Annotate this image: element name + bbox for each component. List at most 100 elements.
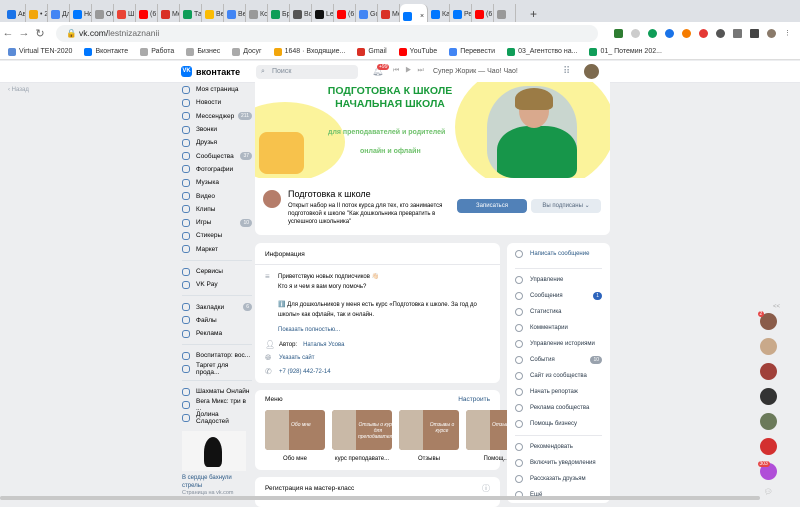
chat-avatar[interactable]	[759, 363, 777, 380]
puzzle-icon[interactable]	[716, 28, 725, 38]
browser-tab[interactable]: Ре	[450, 4, 472, 24]
browser-tab[interactable]: Go	[356, 4, 378, 24]
browser-tab[interactable]: Но	[70, 4, 92, 24]
admin-menu-item[interactable]: Сайт из сообщества	[507, 368, 610, 384]
extension-icon[interactable]	[614, 28, 623, 38]
social-menu-item[interactable]: Ещё	[507, 487, 610, 503]
shield-icon[interactable]	[631, 28, 640, 38]
browser-tab[interactable]: (6	[136, 4, 158, 24]
chat-avatar[interactable]: 303	[757, 461, 777, 480]
collapse-chats-button[interactable]: <<	[773, 304, 780, 310]
nav-item-apps[interactable]: Долина Сладостей	[182, 411, 252, 425]
author-link[interactable]: Наталья Усова	[303, 342, 344, 348]
extension-icon[interactable]	[648, 28, 657, 38]
player-controls[interactable]: ⏮▶⏭	[393, 67, 430, 75]
bookmark-item[interactable]: Работа	[140, 47, 174, 56]
current-track[interactable]: Супер Жорик — Чао! Чао!	[433, 68, 518, 75]
nav-item-groups[interactable]: Таргет для прода...	[182, 362, 252, 376]
admin-menu-item[interactable]: События 10	[507, 352, 610, 368]
browser-tab[interactable]: Ве	[224, 4, 246, 24]
browser-tab[interactable]: Ко	[246, 4, 268, 24]
bookmark-item[interactable]: Gmail	[357, 47, 387, 56]
nav-item-main[interactable]: Маркет	[182, 243, 252, 256]
social-menu-item[interactable]: Рекомендовать	[507, 439, 610, 455]
menu-item[interactable]: Отзывы о курсе для преподавателей курс пр…	[332, 410, 392, 462]
bookmark-item[interactable]: Бизнес	[186, 47, 220, 56]
nav-item-main[interactable]: Стикеры	[182, 229, 252, 242]
nav-item-groups[interactable]: Воспитатор: вос...	[182, 349, 252, 362]
nav-item-saved[interactable]: Закладки 6	[182, 300, 252, 313]
add-site-link[interactable]: Указать сайт	[279, 355, 315, 361]
browser-tab[interactable]: Ме	[378, 4, 400, 24]
extension-icon[interactable]	[665, 28, 674, 38]
browser-tab[interactable]: Ав	[4, 4, 26, 24]
menu-item[interactable]: Обо мне Обо мне	[265, 410, 325, 462]
nav-item-apps[interactable]: Шахматы Онлайн	[182, 385, 252, 398]
browser-tab[interactable]: Ш	[114, 4, 136, 24]
bookmark-item[interactable]: 1648 · Входящие...	[273, 47, 345, 56]
phone-link[interactable]: +7 (928) 442-72-14	[279, 369, 331, 375]
browser-tab[interactable]: Об	[92, 4, 114, 24]
forward-arrow-icon[interactable]: →	[16, 27, 32, 39]
reload-icon[interactable]: ↻	[32, 27, 48, 40]
url-input[interactable]: 🔒 vk.com/lestnizaznanii	[56, 24, 598, 42]
show-more-link[interactable]: Показать полностью...	[278, 326, 488, 336]
configure-menu-link[interactable]: Настроить	[458, 396, 490, 403]
nav-item-saved[interactable]: Реклама	[182, 327, 252, 340]
admin-menu-item[interactable]: Сообщения 1	[507, 288, 610, 304]
reading-list-icon[interactable]	[733, 28, 742, 38]
social-menu-item[interactable]: Рассказать друзьям	[507, 471, 610, 487]
browser-tab[interactable]: (6	[334, 4, 356, 24]
bookmark-item[interactable]: 03_Агентство на...	[507, 47, 577, 56]
promo-title[interactable]: В сердце бахнули стрелы	[182, 474, 252, 490]
nav-item-main[interactable]: Мессенджер 211	[182, 110, 252, 123]
admin-menu-item[interactable]: Комментарии	[507, 320, 610, 336]
browser-tab[interactable]: (6	[472, 4, 494, 24]
bookmark-item[interactable]: Virtual TEN-2020	[8, 47, 72, 56]
bookmark-item[interactable]: 01_ Потемин 202...	[589, 47, 662, 56]
nav-item-main[interactable]: Друзья	[182, 136, 252, 149]
bookmark-item[interactable]: YouTube	[398, 47, 437, 56]
chat-avatar[interactable]	[759, 388, 777, 405]
nav-item-apps[interactable]: Вега Микс: три в ...	[182, 398, 252, 412]
admin-menu-item[interactable]: Реклама сообщества	[507, 400, 610, 416]
nav-item-services[interactable]: VK Pay	[182, 278, 252, 291]
more-menu-icon[interactable]: ⋮	[784, 29, 791, 38]
browser-tab[interactable]: Ка	[428, 4, 450, 24]
sidepanel-icon[interactable]	[750, 28, 759, 38]
write-message-button[interactable]: Написать сообщение	[507, 243, 610, 265]
user-avatar[interactable]	[584, 64, 599, 79]
admin-menu-item[interactable]: Управление историями	[507, 336, 610, 352]
browser-tab[interactable]: Та	[180, 4, 202, 24]
nav-item-main[interactable]: Моя страница	[182, 83, 252, 96]
horizontal-scrollbar[interactable]	[0, 496, 760, 500]
nav-item-main[interactable]: Фотографии	[182, 163, 252, 176]
nav-item-main[interactable]: Музыка	[182, 176, 252, 189]
nav-item-main[interactable]: Новости	[182, 96, 252, 109]
bookmark-item[interactable]: Перевести	[449, 47, 495, 56]
chat-bubble-icon[interactable]: 💬︎	[764, 488, 773, 496]
nav-item-saved[interactable]: Файлы	[182, 314, 252, 327]
search-input[interactable]: ⌕ Поиск	[256, 65, 358, 79]
social-menu-item[interactable]: Включить уведомления	[507, 455, 610, 471]
join-button[interactable]: Записаться	[457, 199, 527, 213]
promo-image[interactable]	[182, 430, 246, 471]
admin-menu-item[interactable]: Начать репортаж	[507, 384, 610, 400]
back-arrow-icon[interactable]: ←	[0, 27, 16, 39]
browser-tab[interactable]: • 2	[26, 4, 48, 24]
chat-avatar[interactable]: 2	[757, 311, 777, 330]
browser-tab[interactable]: Ве	[202, 4, 224, 24]
bookmark-item[interactable]: Вконтакте	[84, 47, 128, 56]
browser-tab[interactable]: Le	[312, 4, 334, 24]
admin-menu-item[interactable]: Статистика	[507, 304, 610, 320]
group-avatar[interactable]	[263, 190, 281, 208]
apps-grid-icon[interactable]: ⠿	[563, 66, 570, 77]
subscribed-button[interactable]: Вы подписаны ⌄	[531, 199, 601, 213]
chat-avatar[interactable]	[759, 338, 777, 355]
profile-avatar[interactable]	[767, 28, 776, 38]
nav-item-main[interactable]: Звонки	[182, 123, 252, 136]
chat-avatar[interactable]	[759, 413, 777, 430]
browser-tab[interactable]: Дл	[48, 4, 70, 24]
menu-item[interactable]: Отзывы о курсе Отзывы	[399, 410, 459, 462]
admin-menu-item[interactable]: Помощь бизнесу	[507, 416, 610, 432]
